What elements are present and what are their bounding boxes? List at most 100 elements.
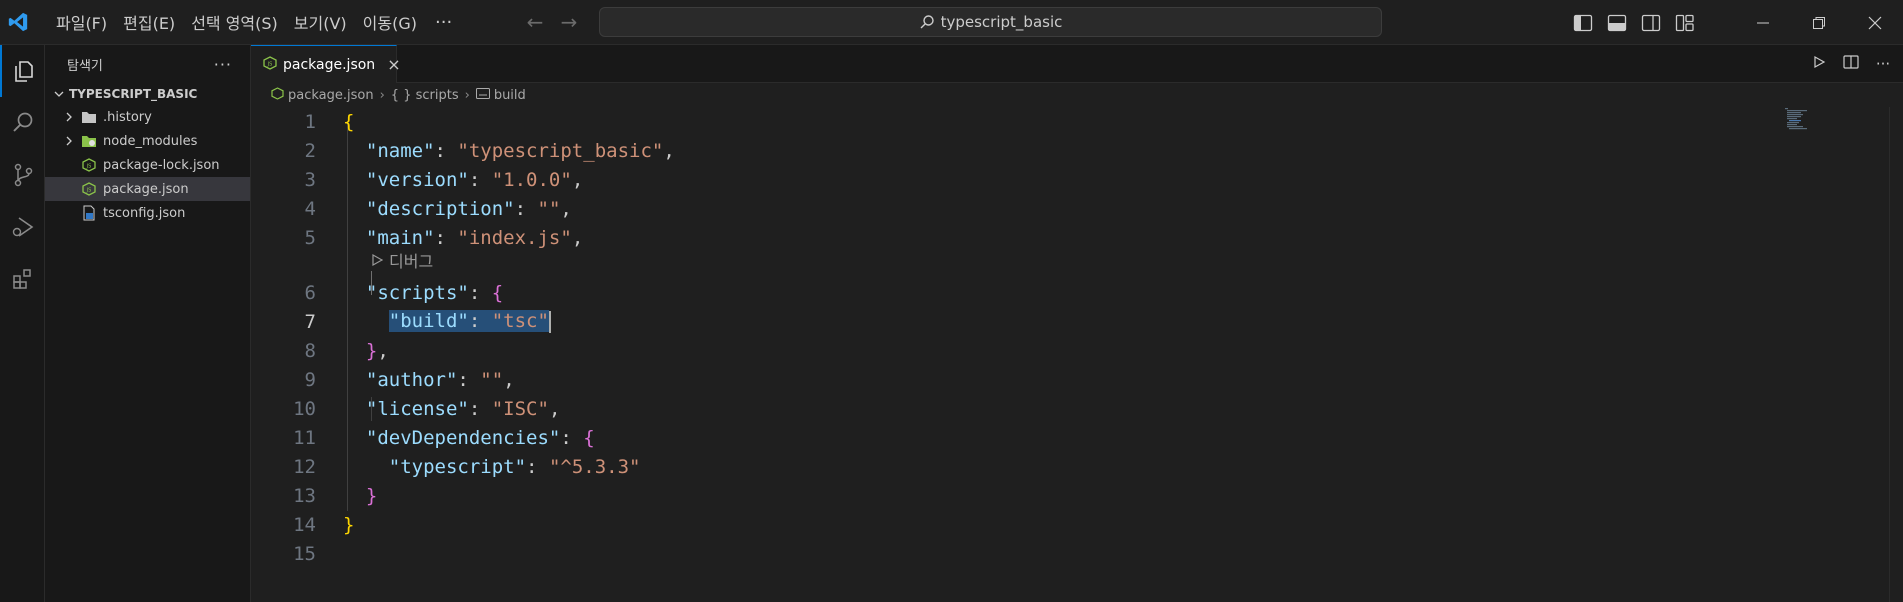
json-file-icon: JS <box>81 181 97 197</box>
codelens-debug[interactable]: 디버그 <box>371 249 433 271</box>
tree-item-label: package-lock.json <box>103 157 220 173</box>
json-file-icon: JS <box>81 157 97 173</box>
source-control-icon[interactable] <box>0 149 45 201</box>
line-number: 3 <box>304 168 316 191</box>
line-number: 15 <box>293 542 316 565</box>
explorer-sidebar: 탐색기 ··· TYPESCRIPT_BASIC .history node_m… <box>45 45 251 602</box>
code-line: 10 "license": "ISC", <box>251 394 1851 423</box>
node-folder-icon <box>81 133 97 149</box>
code-line: 12 "typescript": "^5.3.3" <box>251 452 1851 481</box>
tab-package-json[interactable]: JS package.json × <box>251 45 401 83</box>
tree-item-package-json[interactable]: JS package.json <box>45 177 250 201</box>
code-line: 13 } <box>251 481 1851 510</box>
chevron-right-icon: › <box>379 87 385 103</box>
search-icon[interactable] <box>0 97 45 149</box>
tree-item-tsconfig[interactable]: tsconfig.json <box>45 201 250 225</box>
title-bar: 파일(F) 편집(E) 선택 영역(S) 보기(V) 이동(G) ··· ← →… <box>0 0 1903 45</box>
forward-arrow-icon[interactable]: → <box>558 10 580 34</box>
minimap[interactable] <box>1785 107 1815 131</box>
command-center[interactable]: typescript_basic <box>599 7 1382 37</box>
menu-view[interactable]: 보기(V) <box>286 6 355 38</box>
nav-arrows: ← → <box>524 10 580 34</box>
run-debug-icon[interactable] <box>0 201 45 253</box>
tab-close-icon[interactable]: × <box>387 55 400 74</box>
split-editor-icon[interactable] <box>1841 55 1861 73</box>
json-file-icon: JS <box>263 55 277 74</box>
code-line: 6 "scripts": { <box>251 278 1851 307</box>
line-number: 1 <box>304 110 316 133</box>
workspace-root-label: TYPESCRIPT_BASIC <box>69 87 198 101</box>
line-number: 7 <box>304 310 316 333</box>
code-line: 11 "devDependencies": { <box>251 423 1851 452</box>
chevron-right-icon: › <box>464 87 470 103</box>
chevron-right-icon <box>61 111 77 123</box>
line-number: 8 <box>304 339 316 362</box>
line-number: 13 <box>293 484 316 507</box>
line-number: 14 <box>293 513 316 536</box>
toggle-panel-icon[interactable] <box>1607 14 1627 32</box>
more-actions-icon[interactable]: ··· <box>1873 55 1893 73</box>
tree-item-label: tsconfig.json <box>103 205 186 221</box>
breadcrumb-file[interactable]: package.json <box>288 88 374 103</box>
svg-text:JS: JS <box>267 61 273 67</box>
menu-go[interactable]: 이동(G) <box>355 6 425 38</box>
close-window-icon[interactable] <box>1847 0 1903 45</box>
tree-item-label: .history <box>103 109 152 125</box>
debug-play-icon <box>372 254 383 266</box>
code-line: 5 "main": "index.js", <box>251 223 1851 252</box>
menu-more-icon[interactable]: ··· <box>425 12 462 33</box>
code-line: 9 "author": "", <box>251 365 1851 394</box>
vertical-scrollbar[interactable] <box>1889 107 1903 602</box>
explorer-more-icon[interactable]: ··· <box>214 55 232 74</box>
back-arrow-icon[interactable]: ← <box>524 10 546 34</box>
tree-item-label: package.json <box>103 181 189 197</box>
code-line: 8 }, <box>251 336 1851 365</box>
breadcrumb-property[interactable]: build <box>494 88 526 103</box>
selection: "build": "tsc" <box>388 310 549 333</box>
minimize-icon[interactable] <box>1735 0 1791 45</box>
explorer-icon[interactable] <box>0 45 45 97</box>
line-number: 6 <box>304 281 316 304</box>
editor-actions: ··· <box>1809 45 1893 83</box>
customize-layout-icon[interactable] <box>1675 14 1695 32</box>
toggle-primary-sidebar-icon[interactable] <box>1573 14 1593 32</box>
tree-item-package-lock[interactable]: JS package-lock.json <box>45 153 250 177</box>
line-number: 11 <box>293 426 316 449</box>
breadcrumb-object[interactable]: { } scripts <box>391 88 459 103</box>
tree-item-label: node_modules <box>103 133 198 149</box>
toggle-secondary-sidebar-icon[interactable] <box>1641 14 1661 32</box>
line-number: 10 <box>293 397 316 420</box>
svg-text:JS: JS <box>86 188 92 194</box>
text-cursor <box>548 310 551 333</box>
search-icon <box>920 15 934 29</box>
code-line-active: 7 "build": "tsc" <box>251 307 1851 336</box>
ts-config-icon <box>81 205 97 221</box>
menu-edit[interactable]: 편집(E) <box>115 6 183 38</box>
title-right-controls <box>1573 0 1903 45</box>
menu-selection[interactable]: 선택 영역(S) <box>183 6 286 38</box>
explorer-header: 탐색기 ··· <box>45 45 250 83</box>
explorer-title: 탐색기 <box>67 58 103 74</box>
code-line: 4 "description": "", <box>251 194 1851 223</box>
code-line: 15 <box>251 539 1851 568</box>
codelens-label: 디버그 <box>389 252 434 271</box>
code-line: 3 "version": "1.0.0", <box>251 165 1851 194</box>
string-property-icon <box>475 87 490 103</box>
restore-icon[interactable] <box>1791 0 1847 45</box>
svg-text:JS: JS <box>86 164 92 170</box>
line-number: 9 <box>304 368 316 391</box>
tree-item-history[interactable]: .history <box>45 105 250 129</box>
json-file-icon <box>271 86 284 104</box>
editor-tabs: JS package.json × ··· <box>251 45 1903 83</box>
code-editor[interactable]: 1 { 2 "name": "typescript_basic", 3 "ver… <box>251 107 1903 602</box>
line-number: 5 <box>304 226 316 249</box>
chevron-down-icon <box>51 88 67 100</box>
workspace-root[interactable]: TYPESCRIPT_BASIC <box>45 83 250 105</box>
folder-icon <box>81 109 97 125</box>
tree-item-node-modules[interactable]: node_modules <box>45 129 250 153</box>
run-icon[interactable] <box>1809 55 1829 73</box>
extensions-icon[interactable] <box>0 253 45 305</box>
code-line: 1 { <box>251 107 1851 136</box>
menu-file[interactable]: 파일(F) <box>48 6 115 38</box>
breadcrumb: package.json › { } scripts › build <box>251 83 1903 107</box>
